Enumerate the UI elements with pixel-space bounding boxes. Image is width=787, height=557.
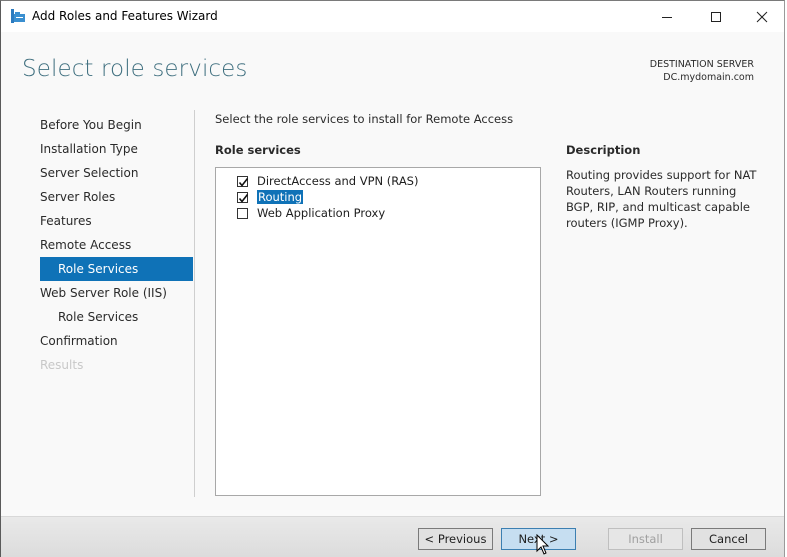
destination-server: DESTINATION SERVER DC.mydomain.com <box>650 58 754 84</box>
cancel-button[interactable]: Cancel <box>691 528 766 550</box>
role-service-item[interactable]: Web Application Proxy <box>237 205 385 221</box>
maximize-icon <box>711 11 721 22</box>
previous-button[interactable]: < Previous <box>418 528 493 550</box>
checkbox-routing[interactable] <box>237 191 249 203</box>
server-manager-icon <box>10 8 26 24</box>
role-service-item[interactable]: DirectAccess and VPN (RAS) <box>237 173 418 189</box>
description-text: Routing provides support for NAT Routers… <box>566 168 757 230</box>
window-title: Add Roles and Features Wizard <box>32 9 218 23</box>
role-services-heading: Role services <box>215 143 301 157</box>
close-icon <box>756 11 768 22</box>
nav-item-iis-role-services[interactable]: Role Services <box>40 305 193 329</box>
role-service-label: DirectAccess and VPN (RAS) <box>257 174 419 188</box>
nav-item-server-roles[interactable]: Server Roles <box>40 185 193 209</box>
destination-server-name: DC.mydomain.com <box>663 72 754 83</box>
checkmark-icon <box>238 193 249 203</box>
nav-item-remote-access-role-services[interactable]: Role Services <box>40 257 193 281</box>
wizard-window: Add Roles and Features Wizard Select rol… <box>0 0 785 557</box>
page-title: Select role services <box>22 56 248 82</box>
nav-item-web-server-role[interactable]: Web Server Role (IIS) <box>40 281 193 305</box>
nav-item-remote-access[interactable]: Remote Access <box>40 233 193 257</box>
checkbox-directaccess-vpn[interactable] <box>237 175 249 187</box>
nav-item-confirmation[interactable]: Confirmation <box>40 329 193 353</box>
close-button[interactable] <box>739 1 785 32</box>
role-service-item[interactable]: Routing <box>237 189 304 205</box>
nav-item-features[interactable]: Features <box>40 209 193 233</box>
maximize-button[interactable] <box>693 1 739 32</box>
minimize-button[interactable] <box>644 1 690 32</box>
nav-divider <box>194 110 195 497</box>
checkmark-icon <box>238 177 249 187</box>
destination-label: DESTINATION SERVER <box>649 59 754 70</box>
role-service-label: Routing <box>257 190 304 204</box>
role-services-list[interactable]: DirectAccess and VPN (RAS) Routing Web A… <box>215 167 541 496</box>
description-heading: Description <box>566 143 641 157</box>
nav-item-before-you-begin[interactable]: Before You Begin <box>40 113 193 137</box>
title-bar[interactable]: Add Roles and Features Wizard <box>1 1 784 32</box>
minimize-icon <box>662 16 672 18</box>
mouse-cursor-icon <box>536 534 550 555</box>
role-service-label: Web Application Proxy <box>257 206 386 220</box>
wizard-nav: Before You Begin Installation Type Serve… <box>40 113 193 377</box>
instruction-text: Select the role services to install for … <box>215 112 514 126</box>
nav-item-results: Results <box>40 358 84 372</box>
install-button: Install <box>608 528 683 550</box>
nav-item-installation-type[interactable]: Installation Type <box>40 137 193 161</box>
nav-item-server-selection[interactable]: Server Selection <box>40 161 193 185</box>
checkbox-web-application-proxy[interactable] <box>237 207 248 219</box>
